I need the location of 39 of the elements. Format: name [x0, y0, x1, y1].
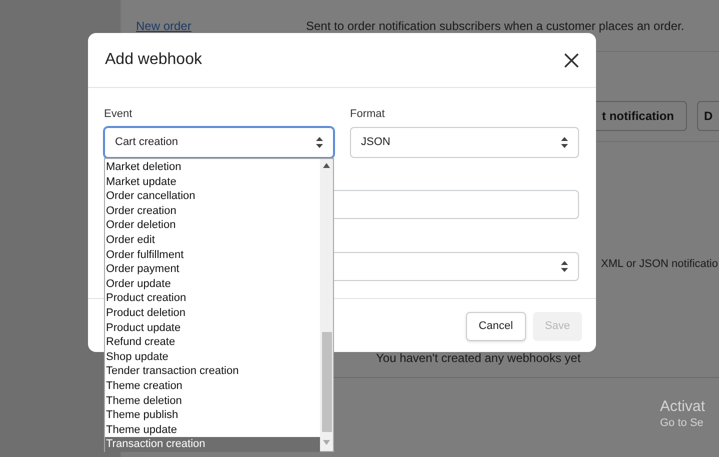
event-option[interactable]: Shop update: [105, 350, 320, 364]
event-option[interactable]: Theme deletion: [105, 394, 320, 408]
up-down-arrows-icon: [561, 136, 568, 148]
event-option[interactable]: Order fulfillment: [105, 248, 320, 262]
event-description: Sent to order notification subscribers when a customer places an order.: [306, 18, 684, 34]
format-select[interactable]: JSON: [350, 126, 579, 158]
partial-button[interactable]: D: [697, 101, 719, 131]
event-select[interactable]: Cart creation: [104, 126, 334, 158]
event-option[interactable]: Refund create: [105, 335, 320, 350]
cancel-button[interactable]: Cancel: [466, 312, 526, 340]
close-icon[interactable]: [564, 52, 579, 68]
event-option[interactable]: Order edit: [105, 232, 320, 248]
event-option[interactable]: Transaction creation: [105, 437, 320, 452]
event-option[interactable]: Order update: [105, 276, 320, 292]
event-option[interactable]: Theme update: [105, 422, 320, 438]
event-option[interactable]: Order cancellation: [105, 189, 320, 204]
event-option[interactable]: Theme publish: [105, 408, 320, 423]
scroll-up-icon[interactable]: [323, 163, 330, 168]
format-note: XML or JSON notificatio: [601, 256, 718, 272]
dialog-title: Add webhook: [105, 50, 202, 70]
event-option[interactable]: Market update: [105, 174, 320, 190]
event-option[interactable]: Product creation: [105, 291, 320, 306]
event-option[interactable]: Order payment: [105, 262, 320, 277]
event-option[interactable]: Product update: [105, 320, 320, 336]
event-option[interactable]: Market deletion: [105, 160, 320, 175]
event-option[interactable]: Theme creation: [105, 378, 320, 394]
os-notice-subtitle: Go to Se: [660, 416, 704, 430]
scrollbar[interactable]: [320, 159, 333, 451]
up-down-arrows-icon: [316, 136, 323, 148]
format-label: Format: [350, 107, 386, 122]
scrollbar-thumb[interactable]: [322, 332, 332, 432]
event-option[interactable]: Order creation: [105, 204, 320, 218]
empty-state-text: You haven't created any webhooks yet: [376, 350, 581, 367]
event-label: Event: [104, 107, 134, 122]
event-option[interactable]: Tender transaction creation: [105, 364, 320, 379]
up-down-arrows-icon: [561, 260, 568, 272]
event-option[interactable]: Order deletion: [105, 218, 320, 233]
event-option[interactable]: Product deletion: [105, 306, 320, 321]
os-notice-title: Activat: [660, 398, 706, 416]
